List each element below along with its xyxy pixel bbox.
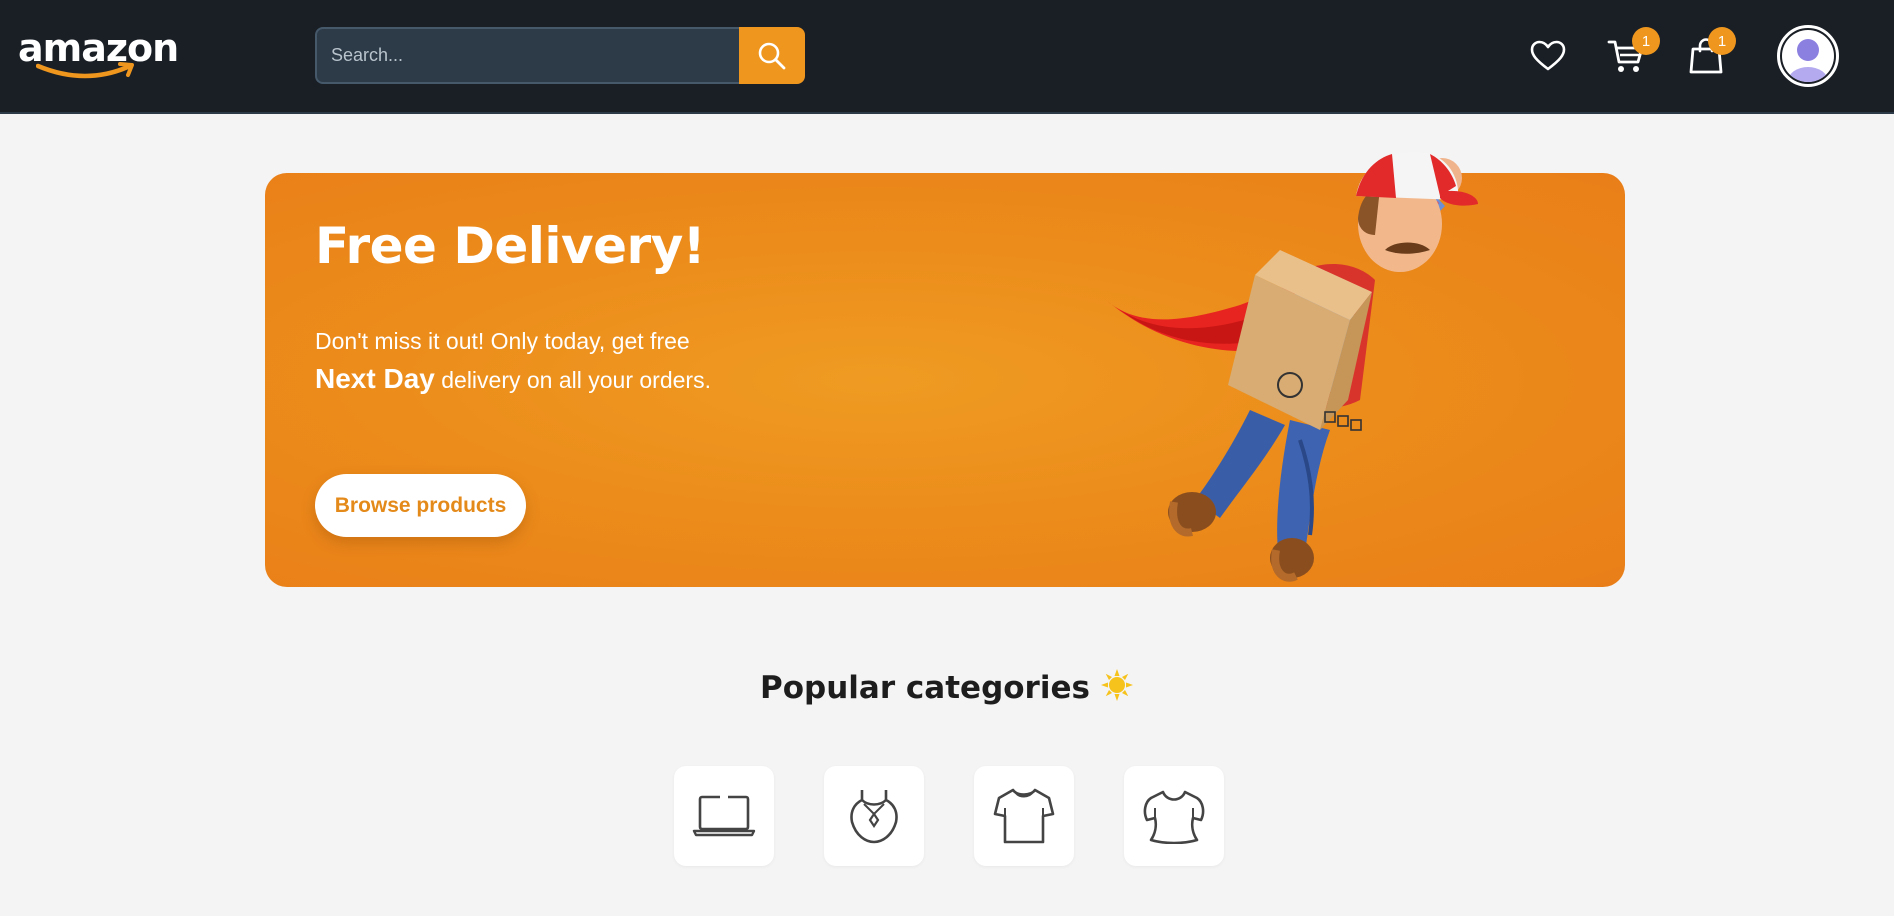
search-icon <box>758 42 786 69</box>
search-input[interactable] <box>315 27 740 84</box>
hero-description: Don't miss it out! Only today, get free … <box>315 323 715 399</box>
category-blouses[interactable] <box>1124 766 1224 866</box>
amazon-logo[interactable]: amazon <box>18 26 179 82</box>
popular-categories-title: Popular categories <box>0 668 1894 710</box>
flying-courier-illustration <box>1106 151 1478 582</box>
hero-text-part: Don't miss it out! Only today, get free <box>315 328 690 354</box>
category-laptops[interactable] <box>674 766 774 866</box>
wishlist-button[interactable] <box>1526 34 1570 78</box>
blouse-icon <box>1143 790 1205 844</box>
category-jewelry[interactable] <box>824 766 924 866</box>
logo-smile-arrow <box>36 62 134 79</box>
tshirt-icon <box>993 788 1055 844</box>
cart-count-badge: 1 <box>1632 27 1660 55</box>
hero-text-part: delivery on all your orders. <box>434 367 711 393</box>
search-bar <box>315 27 805 84</box>
hero-text-highlight: Next Day <box>315 363 435 394</box>
top-navbar: amazon 1 1 <box>0 0 1894 114</box>
search-button[interactable] <box>739 27 805 84</box>
user-avatar-button[interactable] <box>1777 25 1839 87</box>
category-tshirts[interactable] <box>974 766 1074 866</box>
heart-icon <box>1530 40 1566 71</box>
laptop-icon <box>692 795 756 837</box>
categories-title-text: Popular categories <box>760 670 1090 706</box>
bag-count-badge: 1 <box>1708 27 1736 55</box>
hero-title: Free Delivery! <box>315 217 706 275</box>
sun-icon <box>1100 668 1134 710</box>
browse-products-button[interactable]: Browse products <box>315 474 526 537</box>
user-avatar-icon <box>1782 30 1834 82</box>
necklace-icon <box>850 790 898 844</box>
